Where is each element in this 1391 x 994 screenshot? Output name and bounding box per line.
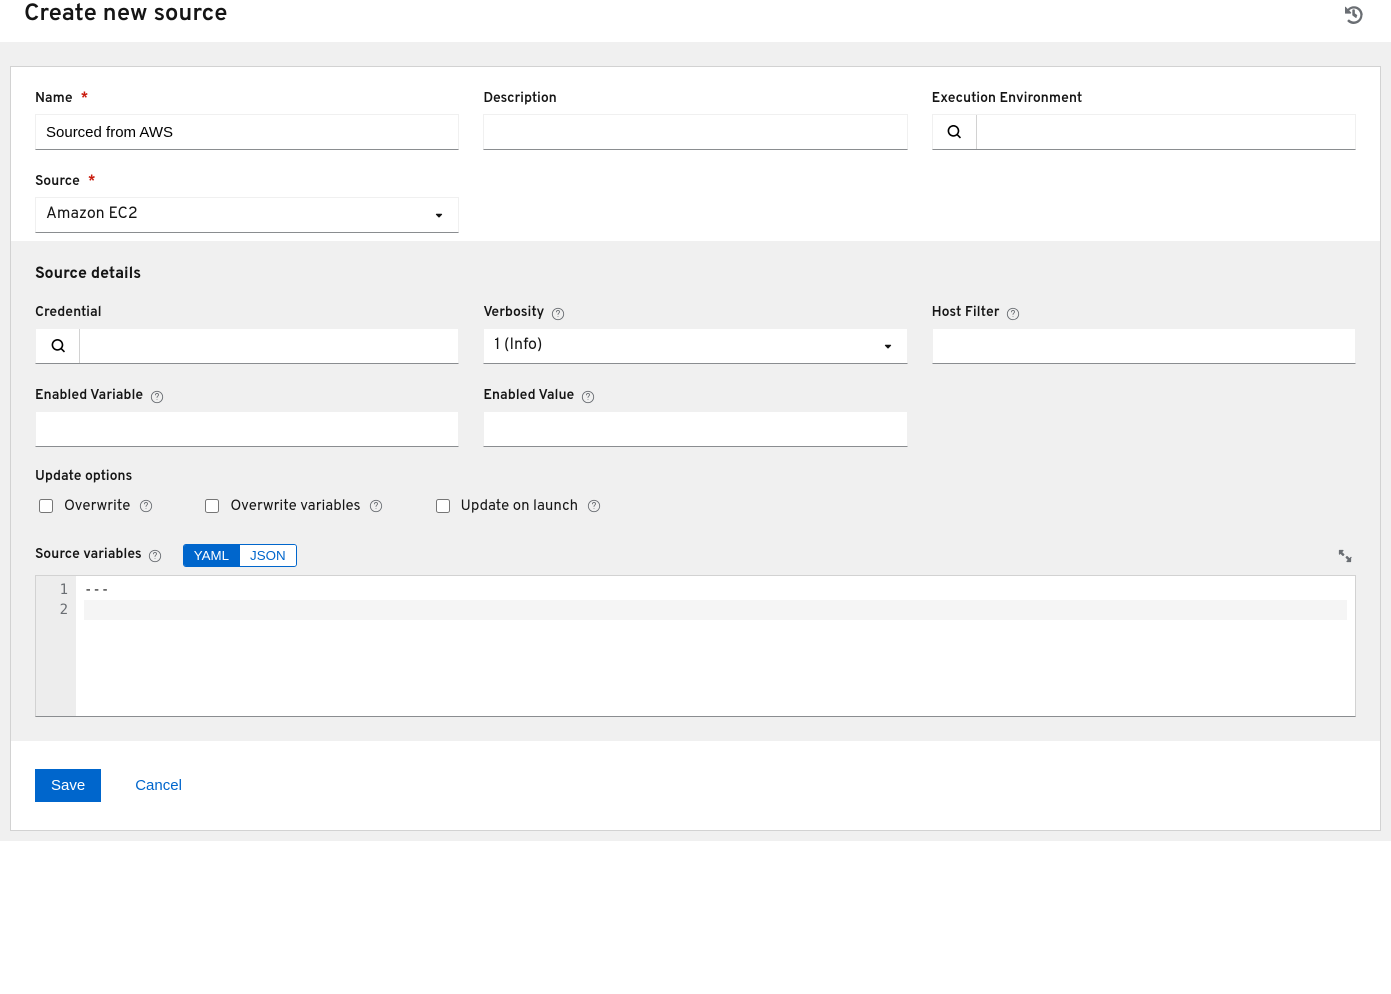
update-on-launch-checkbox[interactable] [436, 499, 450, 513]
update-on-launch-checkbox-item[interactable]: Update on launch [432, 496, 602, 516]
overwrite-vars-checkbox-label: Overwrite variables [230, 497, 360, 516]
source-variables-header: Source variables YAML JSON [35, 544, 1356, 567]
enabled-value-field: Enabled Value [483, 388, 907, 447]
page-header: Create new source [0, 0, 1391, 42]
host-filter-input[interactable] [932, 328, 1356, 364]
source-select[interactable]: Amazon EC2 [35, 197, 459, 233]
form-actions: Save Cancel [11, 741, 1380, 830]
help-icon[interactable] [580, 389, 595, 404]
editor-gutter: 1 2 [36, 576, 76, 716]
execution-environment-label: Execution Environment [932, 91, 1356, 108]
help-icon[interactable] [149, 389, 164, 404]
enabled-variable-label: Enabled Variable [35, 388, 459, 405]
host-filter-label: Host Filter [932, 305, 1356, 322]
enabled-variable-input[interactable] [35, 411, 459, 447]
cancel-button[interactable]: Cancel [129, 776, 188, 795]
credential-search-button[interactable] [36, 329, 80, 363]
overwrite-checkbox-item[interactable]: Overwrite [35, 496, 153, 516]
credential-input[interactable] [80, 329, 458, 363]
overwrite-vars-checkbox-item[interactable]: Overwrite variables [201, 496, 383, 516]
source-select-value: Amazon EC2 [46, 205, 138, 225]
search-icon [51, 339, 65, 353]
format-toggle: YAML JSON [183, 544, 297, 567]
caret-down-icon [883, 341, 893, 351]
code-line [84, 600, 1347, 620]
description-field: Description [483, 91, 907, 150]
name-label: Name* [35, 91, 459, 108]
expand-editor-button[interactable] [1334, 545, 1356, 567]
description-label: Description [483, 91, 907, 108]
help-icon[interactable] [369, 499, 384, 514]
enabled-variable-field: Enabled Variable [35, 388, 459, 447]
history-icon [1345, 6, 1363, 24]
source-field: Source* Amazon EC2 [35, 174, 459, 233]
content-area: Name* Description Execution Environment [0, 42, 1391, 841]
source-details-title: Source details [35, 265, 1356, 285]
page-title: Create new source [24, 0, 228, 30]
help-icon[interactable] [1005, 306, 1020, 321]
json-toggle-button[interactable]: JSON [239, 545, 296, 566]
host-filter-field: Host Filter [932, 305, 1356, 364]
source-label: Source* [35, 174, 459, 191]
execution-environment-lookup [932, 114, 1356, 150]
save-button[interactable]: Save [35, 769, 101, 802]
required-indicator: * [88, 174, 96, 191]
overwrite-vars-checkbox[interactable] [205, 499, 219, 513]
yaml-toggle-button[interactable]: YAML [184, 545, 239, 566]
execution-environment-search-button[interactable] [933, 115, 977, 149]
source-variables-label: Source variables [35, 547, 163, 564]
update-on-launch-checkbox-label: Update on launch [461, 497, 579, 516]
update-options-row: Overwrite Overwrite variables Update on … [35, 496, 1356, 516]
help-icon[interactable] [148, 548, 163, 563]
verbosity-select[interactable]: 1 (Info) [483, 328, 907, 364]
editor-content[interactable]: --- [76, 576, 1355, 716]
enabled-value-label: Enabled Value [483, 388, 907, 405]
verbosity-field: Verbosity 1 (Info) [483, 305, 907, 364]
expand-icon [1338, 549, 1352, 563]
history-icon-button[interactable] [1341, 2, 1367, 28]
execution-environment-field: Execution Environment [932, 91, 1356, 150]
update-options-label: Update options [35, 469, 1356, 486]
overwrite-checkbox-label: Overwrite [64, 497, 130, 516]
description-input[interactable] [483, 114, 907, 150]
name-field: Name* [35, 91, 459, 150]
verbosity-select-value: 1 (Info) [494, 336, 542, 356]
verbosity-label: Verbosity [483, 305, 907, 322]
help-icon[interactable] [586, 499, 601, 514]
line-number: 2 [36, 600, 68, 620]
form-card: Name* Description Execution Environment [10, 66, 1381, 831]
overwrite-checkbox[interactable] [39, 499, 53, 513]
credential-field: Credential [35, 305, 459, 364]
source-variables-editor[interactable]: 1 2 --- [35, 575, 1356, 717]
search-icon [947, 125, 961, 139]
required-indicator: * [81, 91, 89, 108]
execution-environment-input[interactable] [977, 115, 1355, 149]
caret-down-icon [434, 210, 444, 220]
primary-form-section: Name* Description Execution Environment [11, 67, 1380, 241]
help-icon[interactable] [138, 499, 153, 514]
enabled-value-input[interactable] [483, 411, 907, 447]
help-icon[interactable] [550, 306, 565, 321]
name-input[interactable] [35, 114, 459, 150]
credential-lookup [35, 328, 459, 364]
code-line: --- [84, 580, 1347, 600]
credential-label: Credential [35, 305, 459, 322]
line-number: 1 [36, 580, 68, 600]
source-details-section: Source details Credential [11, 241, 1380, 741]
